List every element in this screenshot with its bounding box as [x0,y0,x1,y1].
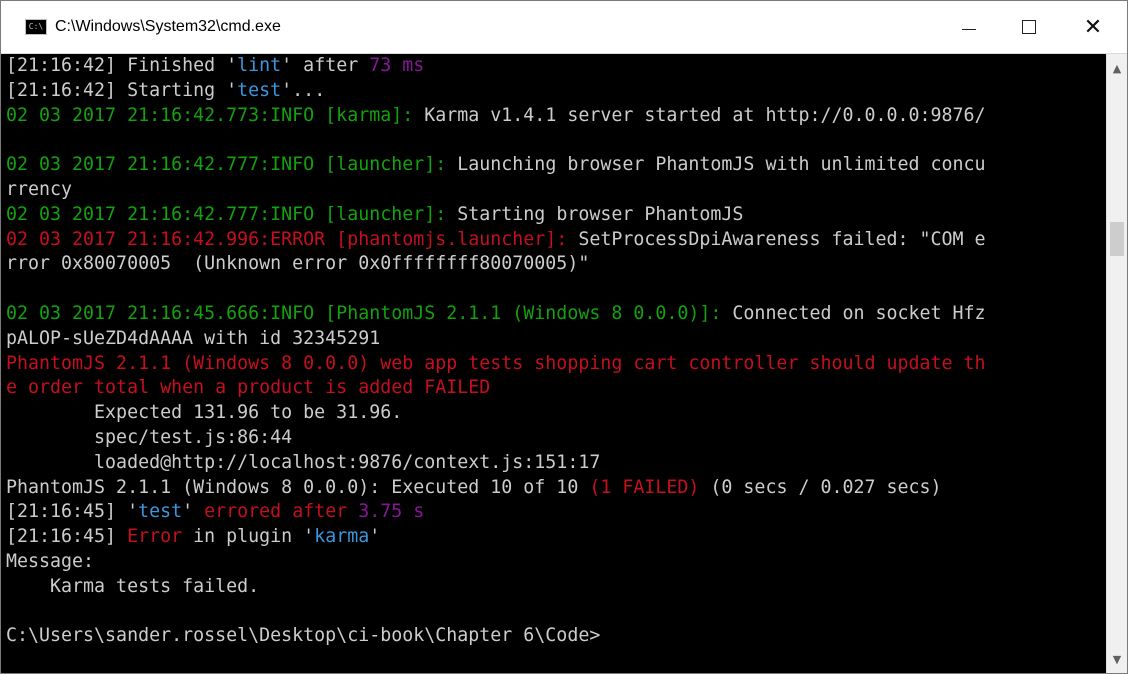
console-line: 02 03 2017 21:16:42.777:INFO [launcher]:… [6,203,1107,228]
console-text: '... [281,79,326,101]
console-text: Launching browser PhantomJS with unlimit… [457,154,986,176]
close-button[interactable]: ✕ [1059,1,1127,53]
console-text: Karma v1.4.1 server started at http://0.… [424,104,986,126]
console-text: Connected on socket Hfz [732,302,986,324]
console-line: 02 03 2017 21:16:42.773:INFO [karma]: Ka… [6,104,1107,129]
console-line: pALOP-sUeZD4dAAAA with id 32345291 [6,327,1107,352]
cmd-app-icon[interactable]: C:\ [25,19,47,35]
scrollbar-thumb[interactable] [1110,222,1124,256]
window-title: C:\Windows\System32\cmd.exe [55,18,281,35]
window-controls: ✕ [939,1,1127,53]
console-text: spec/test.js:86:44 [6,426,293,448]
console-text: Expected 131.96 to be 31.96. [6,402,403,424]
console-text: 02 03 2017 21:16:42.996:ERROR [phantomjs… [6,228,579,250]
console-text: 02 03 2017 21:16:42.777:INFO [launcher]: [6,154,458,176]
cmd-app-icon-text: C:\ [28,22,44,31]
console-text: 3.75 s [358,501,425,523]
console-text: Starting browser PhantomJS [457,203,744,225]
console-line: e order total when a product is added FA… [6,376,1107,401]
console-line: Karma tests failed. [6,575,1107,600]
cmd-window: C:\ C:\Windows\System32\cmd.exe ✕ [21:16… [0,0,1128,674]
console-text: Karma tests failed. [6,575,260,597]
console-line: [21:16:42] Finished 'lint' after 73 ms [6,54,1107,79]
console-text: 02 03 2017 21:16:42.773:INFO [karma]: [6,104,425,126]
console-line: spec/test.js:86:44 [6,426,1107,451]
console-line: loaded@http://localhost:9876/context.js:… [6,451,1107,476]
console-text: 02 03 2017 21:16:42.777:INFO [launcher]: [6,203,458,225]
console-text: (1 FAILED) [589,476,700,498]
console-line: 02 03 2017 21:16:45.666:INFO [PhantomJS … [6,302,1107,327]
minimize-icon [962,28,976,30]
console-line: [21:16:42] Starting 'test'... [6,79,1107,104]
vertical-scrollbar[interactable]: ▲ ▼ [1106,54,1127,673]
console-text: Message: [6,550,95,572]
title-bar[interactable]: C:\ C:\Windows\System32\cmd.exe ✕ [1,1,1127,54]
console-text: PhantomJS 2.1.1 (Windows 8 0.0.0): Execu… [6,476,590,498]
console-text: ' [127,501,139,523]
minimize-button[interactable] [939,1,999,53]
console-text: PhantomJS 2.1.1 (Windows 8 0.0.0) web ap… [6,352,986,374]
console-text: in plugin ' [182,526,315,548]
console-line: PhantomJS 2.1.1 (Windows 8 0.0.0) web ap… [6,352,1107,377]
scroll-up-icon[interactable]: ▲ [1107,58,1127,78]
console-text: ' [226,79,238,101]
console-line: C:\Users\sander.rossel\Desktop\ci-book\C… [6,624,1107,649]
scroll-down-icon[interactable]: ▼ [1107,649,1127,669]
console-line: 02 03 2017 21:16:42.996:ERROR [phantomjs… [6,228,1107,253]
console-text: Error [127,526,183,548]
console-text: karma [314,526,370,548]
maximize-icon [1022,20,1036,34]
console-text: rrency [6,178,73,200]
console-text: lint [237,55,282,76]
console-text: [21:16:45] [6,501,128,523]
console-text: ' [226,55,238,76]
console-line: rrency [6,178,1107,203]
console-text: pALOP-sUeZD4dAAAA with id 32345291 [6,327,381,349]
close-icon: ✕ [1083,14,1103,40]
console-output[interactable]: [21:16:42] Finished 'lint' after 73 ms [2… [1,54,1107,673]
console-text: 02 03 2017 21:16:45.666:INFO [PhantomJS … [6,302,733,324]
console-text: loaded@http://localhost:9876/context.js:… [6,451,601,473]
console-line: rror 0x80070005 (Unknown error 0x0ffffff… [6,252,1107,277]
console-text: ' [182,501,205,523]
console-text: SetProcessDpiAwareness failed: "COM e [578,228,986,250]
console-line: PhantomJS 2.1.1 (Windows 8 0.0.0): Execu… [6,476,1107,501]
console-text: test [237,79,282,101]
console-text: ' after [281,55,370,76]
console-text: rror 0x80070005 (Unknown error 0x0ffffff… [6,253,590,275]
console-text: errored after [204,501,359,523]
console-text: 73 ms [369,55,425,76]
console-text: e order total when a product is added FA… [6,377,491,399]
console-text: [21:16:45] [6,526,128,548]
console-line: Message: [6,550,1107,575]
console-text: ' [369,526,381,548]
console-line: Expected 131.96 to be 31.96. [6,401,1107,426]
console-text: [21:16:42] Finished [6,55,227,76]
console-line: [21:16:45] 'test' errored after 3.75 s [6,500,1107,525]
console-text: [21:16:42] Starting [6,79,227,101]
console-line: [21:16:45] Error in plugin 'karma' [6,525,1107,550]
console-text: test [138,501,183,523]
console-text: (0 secs / 0.027 secs) [699,476,942,498]
console-text: C:\Users\sander.rossel\Desktop\ci-book\C… [6,625,601,647]
console-line: 02 03 2017 21:16:42.777:INFO [launcher]:… [6,153,1107,178]
maximize-button[interactable] [999,1,1059,53]
